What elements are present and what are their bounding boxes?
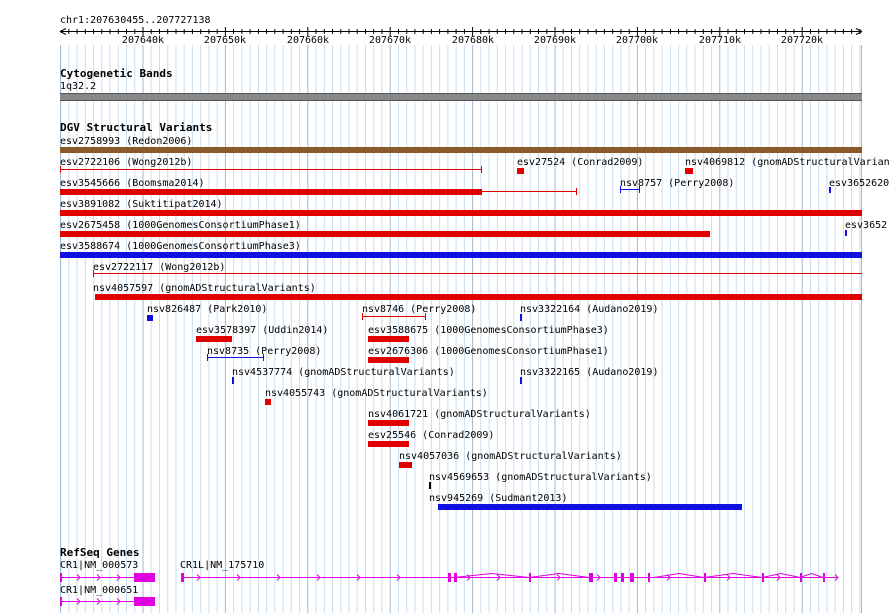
dgv-feature-bar [60, 252, 862, 258]
dgv-feature-bar [438, 504, 742, 510]
dgv-feature-bar [95, 294, 862, 300]
dgv-feature-label: esv3545666 (Boomsma2014) [60, 178, 205, 189]
dgv-feature-label: nsv826487 (Park2010) [147, 304, 268, 315]
refseq-exon [589, 573, 593, 582]
dgv-feature-label: esv27524 (Conrad2009) [517, 157, 644, 168]
dgv-feature-label: esv2722117 (Wong2012b) [93, 262, 226, 273]
refseq-intron-chevron [453, 572, 530, 578]
refseq-gene-label: CR1|NM_000573 [60, 560, 139, 571]
refseq-exon [181, 573, 184, 582]
dgv-feature-bar [60, 147, 862, 153]
refseq-track-title: RefSeq Genes [60, 546, 140, 559]
ruler-tick-label: 207650k [203, 35, 247, 46]
ruler-tick-label: 207690k [533, 35, 577, 46]
dgv-feature-label: esv3588674 (1000GenomesConsortiumPhase3) [60, 241, 301, 252]
dgv-feature-label: esv2722106 (Wong2012b) [60, 157, 193, 168]
dgv-feature-bar [429, 482, 431, 489]
refseq-exon [823, 573, 825, 582]
dgv-feature-label: esv3652620 [829, 178, 890, 189]
dgv-feature-label: nsv4057036 (gnomADStructuralVariants) [399, 451, 622, 462]
dgv-feature-label: nsv4055743 (gnomADStructuralVariants) [265, 388, 488, 399]
refseq-exon [448, 573, 451, 582]
dgv-feature-label: nsv4061721 (gnomADStructuralVariants) [368, 409, 591, 420]
dgv-feature-label: nsv3322165 (Audano2019) [520, 367, 659, 378]
dgv-feature-label: esv2675458 (1000GenomesConsortiumPhase1) [60, 220, 301, 231]
dgv-feature-label: esv3588675 (1000GenomesConsortiumPhase3) [368, 325, 609, 336]
ruler-tick-label: 207700k [615, 35, 659, 46]
refseq-exon [648, 573, 650, 582]
dgv-feature-label: esv25546 (Conrad2009) [368, 430, 495, 441]
refseq-exon [134, 597, 155, 606]
dgv-feature-bar [520, 314, 522, 321]
ruler-tick-label: 207670k [368, 35, 412, 46]
dgv-feature-bar [368, 357, 409, 363]
dgv-feature-bar [368, 441, 409, 447]
refseq-intron-chevron [799, 572, 824, 578]
genome-browser-view[interactable]: chr1:207630455..207727138 Cytogenetic Ba… [0, 0, 890, 613]
dgv-feature-bar [196, 336, 232, 342]
refseq-exon [60, 597, 62, 606]
dgv-feature-bar [60, 231, 710, 237]
dgv-feature-label: esv3652 [845, 220, 888, 231]
dgv-feature-label: nsv8735 (Perry2008) [207, 346, 322, 357]
cytoband-label: 1q32.2 [60, 81, 97, 92]
refseq-exon [60, 573, 62, 582]
dgv-feature-label: nsv4569653 (gnomADStructuralVariants) [429, 472, 652, 483]
refseq-exon [630, 573, 634, 582]
dgv-feature-bar [232, 377, 234, 384]
dgv-feature-bar [265, 399, 271, 405]
dgv-feature-label: esv2758993 (Redon2006) [60, 136, 193, 147]
dgv-feature-label: nsv4069812 (gnomADStructuralVariants) [685, 157, 890, 168]
ruler-tick-label: 207720k [780, 35, 824, 46]
ruler-location-label: chr1:207630455..207727138 [60, 15, 211, 26]
dgv-feature-bar [520, 377, 522, 384]
dgv-feature-bar [147, 315, 153, 321]
ruler-tick-label: 207660k [286, 35, 330, 46]
refseq-exon [614, 573, 617, 582]
dgv-feature-bar [685, 168, 693, 174]
ruler-tick-label: 207640k [121, 35, 165, 46]
dgv-feature-bar [517, 168, 524, 174]
cytoband-track-title: Cytogenetic Bands [60, 67, 173, 80]
dgv-feature-bar [368, 336, 409, 342]
dgv-feature-label: nsv3322164 (Audano2019) [520, 304, 659, 315]
dgv-feature-bar [60, 210, 862, 216]
dgv-feature-label: nsv8746 (Perry2008) [362, 304, 477, 315]
ruler-tick-label: 207680k [451, 35, 495, 46]
dgv-feature-label: nsv945269 (Sudmant2013) [429, 493, 568, 504]
refseq-gene-label: CR1|NM_000651 [60, 585, 139, 596]
refseq-exon [621, 573, 624, 582]
dgv-feature-bar [60, 189, 482, 195]
ruler-tick-label: 207710k [698, 35, 742, 46]
dgv-feature-label: nsv8757 (Perry2008) [620, 178, 735, 189]
dgv-feature-label: nsv4537774 (gnomADStructuralVariants) [232, 367, 455, 378]
dgv-feature-label: esv2676306 (1000GenomesConsortiumPhase1) [368, 346, 609, 357]
dgv-feature-label: esv3578397 (Uddin2014) [196, 325, 329, 336]
refseq-gene-label: CR1L|NM_175710 [180, 560, 265, 571]
dgv-feature-bar [368, 420, 409, 426]
dgv-track-title: DGV Structural Variants [60, 121, 213, 134]
dgv-feature-label: esv3891082 (Suktitipat2014) [60, 199, 223, 210]
dgv-feature-bar [399, 462, 412, 468]
cytoband-bar[interactable] [60, 93, 862, 101]
dgv-feature-label: nsv4057597 (gnomADStructuralVariants) [93, 283, 316, 294]
refseq-exon [134, 573, 155, 582]
